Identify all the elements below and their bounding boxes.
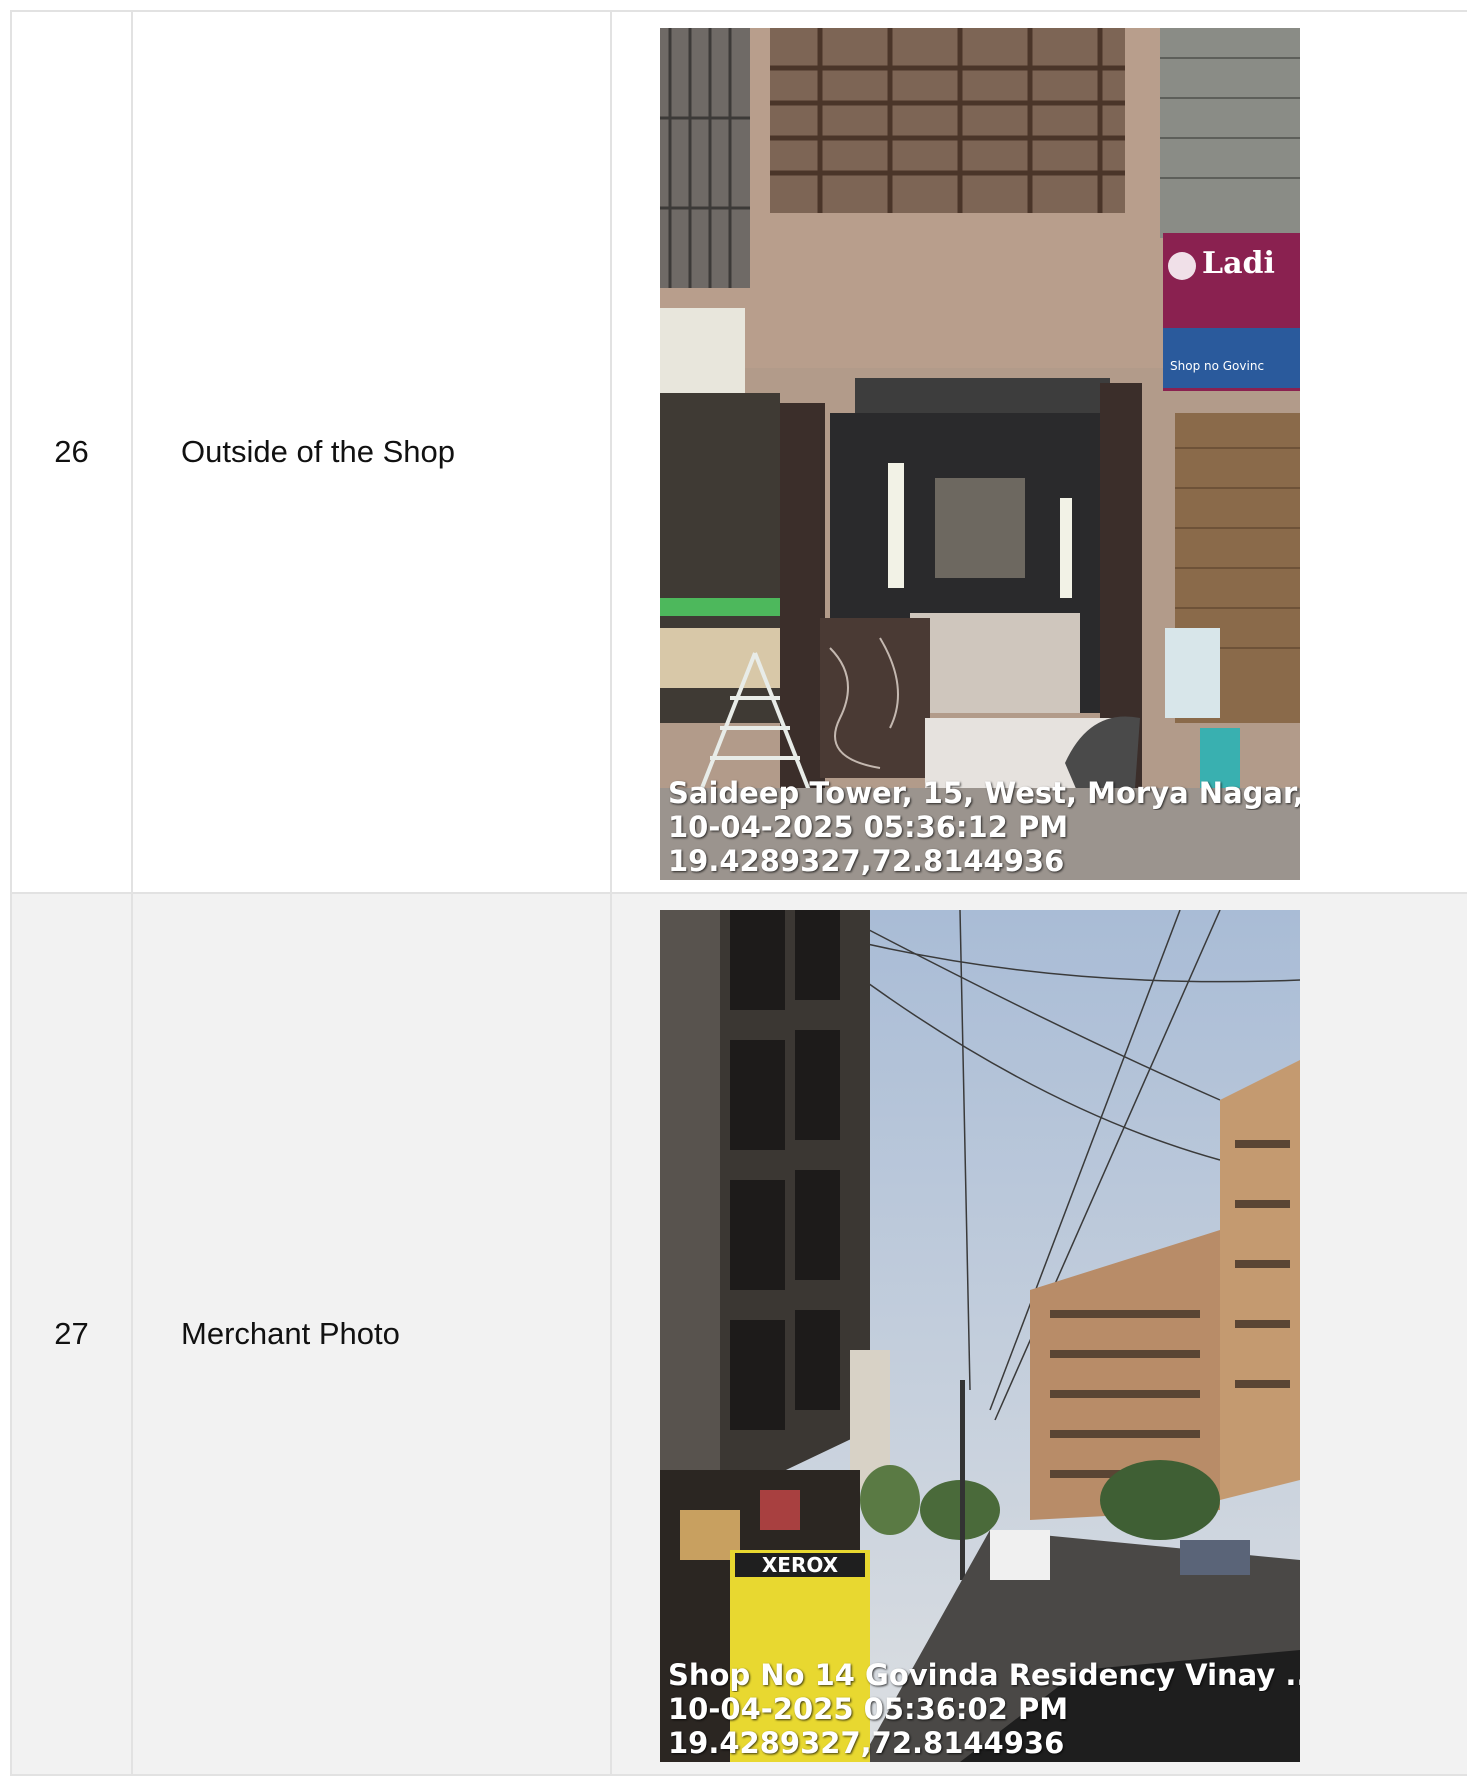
photo-coordinates: 19.4289327,72.8144936 [668,1726,1065,1760]
table-row: 26 Outside of the Shop Ladi Shop no Govi… [10,10,1467,894]
photo-geotag-overlay: Saideep Tower, 15, West, Morya Nagar, ..… [668,776,1300,878]
photo-coordinates: 19.4289327,72.8144936 [668,844,1065,878]
photo-address: Saideep Tower, 15, West, Morya Nagar, ..… [668,776,1300,810]
photo-datetime: 10-04-2025 05:36:02 PM [668,1692,1069,1726]
table-row: 27 Merchant Photo XEROX Shop No 14 Govin… [10,892,1467,1776]
row-label: Outside of the Shop [131,10,612,894]
sign-subtext: Shop no Govinc [1170,359,1264,373]
row-number: 27 [10,892,133,1776]
row-number: 26 [10,10,133,894]
photo-geotag-overlay: Shop No 14 Govinda Residency Vinay ... 1… [668,1658,1300,1760]
merchant-photo: XEROX Shop No 14 Govinda Residency Vinay… [660,910,1300,1762]
shop-exterior-photo: Ladi Shop no Govinc Saideep Tower, 15, W… [660,28,1300,880]
photo-address: Shop No 14 Govinda Residency Vinay ... [668,1658,1300,1692]
photo-table: 26 Outside of the Shop Ladi Shop no Govi… [10,10,1467,1776]
shop-exterior-image: Ladi Shop no Govinc [660,28,1300,880]
merchant-street-image: XEROX [660,910,1300,1762]
photo-cell: XEROX Shop No 14 Govinda Residency Vinay… [610,892,1467,1776]
photo-datetime: 10-04-2025 05:36:12 PM [668,810,1069,844]
sign-text: Ladi [1202,246,1275,281]
row-label: Merchant Photo [131,892,612,1776]
photo-cell: Ladi Shop no Govinc Saideep Tower, 15, W… [610,10,1467,894]
xerox-sign-text: XEROX [762,1553,839,1577]
